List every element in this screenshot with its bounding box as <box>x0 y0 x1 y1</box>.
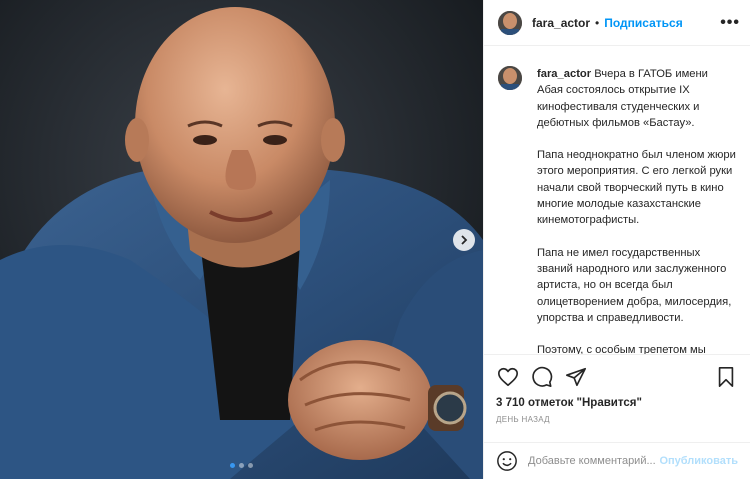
portrait-illustration <box>0 0 483 479</box>
carousel-next-button[interactable] <box>453 229 475 251</box>
comment-button[interactable] <box>530 365 554 389</box>
publish-comment-button[interactable]: Опубликовать <box>659 455 738 467</box>
post-details-panel: fara_actor • Подписаться ••• fara_actor … <box>483 0 750 479</box>
caption-username[interactable]: fara_actor <box>537 68 591 80</box>
carousel-dot <box>230 463 235 468</box>
bookmark-icon <box>718 367 734 387</box>
avatar-image <box>498 66 522 90</box>
header-separator: • <box>595 15 600 30</box>
save-button[interactable] <box>714 365 738 389</box>
carousel-dot <box>239 463 244 468</box>
share-icon <box>566 367 586 387</box>
carousel-dot <box>248 463 253 468</box>
caption-paragraph: Папа не имел государственных званий наро… <box>537 246 732 324</box>
like-button[interactable] <box>496 365 520 389</box>
avatar[interactable] <box>498 66 522 90</box>
avatar[interactable] <box>498 10 522 35</box>
share-button[interactable] <box>564 365 588 389</box>
comment-box: Опубликовать <box>484 442 750 479</box>
follow-button[interactable]: Подписаться <box>604 16 682 30</box>
emoji-icon[interactable] <box>496 450 518 472</box>
chevron-right-icon <box>461 235 468 245</box>
post-header: fara_actor • Подписаться ••• <box>484 0 750 46</box>
heart-icon <box>498 367 518 387</box>
avatar-image <box>498 10 522 35</box>
likes-count[interactable]: 3 710 отметок "Нравится" <box>496 397 738 409</box>
carousel-dots <box>230 463 253 468</box>
header-username[interactable]: fara_actor <box>532 16 590 30</box>
comment-icon <box>532 366 553 387</box>
comment-input[interactable] <box>528 455 656 467</box>
more-options-button[interactable]: ••• <box>720 14 740 32</box>
caption-paragraph: Папа неоднократно был членом жюри этого … <box>537 149 736 227</box>
caption-paragraph: Поэтому, с особым трепетом мы получили н… <box>537 344 706 354</box>
post-actions: 3 710 отметок "Нравится" ДЕНЬ НАЗАД <box>484 354 750 424</box>
post-photo[interactable] <box>0 0 483 479</box>
caption-text: fara_actor Вчера в ГАТОБ имени Абая сост… <box>537 66 736 354</box>
caption-scroll-area[interactable]: fara_actor Вчера в ГАТОБ имени Абая сост… <box>484 47 750 354</box>
post-timestamp[interactable]: ДЕНЬ НАЗАД <box>496 415 738 424</box>
